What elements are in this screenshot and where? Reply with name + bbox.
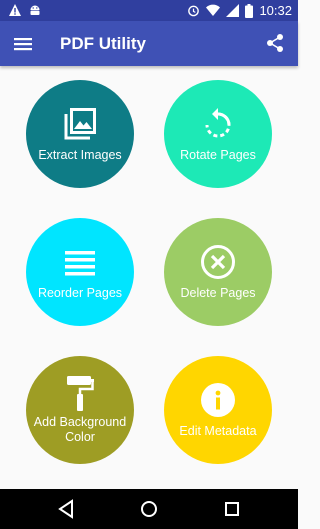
- extract-images-label: Extract Images: [38, 148, 122, 162]
- home-icon[interactable]: [138, 499, 160, 519]
- share-icon[interactable]: [264, 32, 286, 54]
- list-icon: [64, 250, 96, 281]
- signal-icon: [226, 4, 240, 17]
- edit-metadata-button[interactable]: Edit Metadata: [164, 356, 272, 464]
- reorder-pages-button[interactable]: Reorder Pages: [26, 218, 134, 326]
- paint-roller-icon: [65, 374, 95, 417]
- image-stack-icon: [62, 106, 98, 147]
- close-circle-icon: [200, 244, 236, 285]
- app-title: PDF Utility: [60, 34, 146, 53]
- add-background-color-label: Add Background Color: [33, 415, 127, 444]
- back-icon[interactable]: [56, 499, 78, 519]
- system-nav-bar: [0, 489, 298, 529]
- app-toolbar: PDF Utility: [0, 21, 298, 66]
- delete-pages-label: Delete Pages: [180, 286, 256, 300]
- rotate-icon: [201, 108, 235, 147]
- wifi-icon: [206, 4, 221, 17]
- warning-icon: [8, 3, 22, 17]
- status-bar: 10:32: [0, 0, 298, 21]
- android-icon: [28, 3, 42, 17]
- recents-icon[interactable]: [221, 499, 243, 519]
- rotate-pages-button[interactable]: Rotate Pages: [164, 80, 272, 188]
- reorder-pages-label: Reorder Pages: [37, 286, 123, 300]
- status-time: 10:32: [259, 3, 292, 18]
- battery-icon: [245, 3, 254, 18]
- alarm-icon: [187, 4, 200, 17]
- delete-pages-button[interactable]: Delete Pages: [164, 218, 272, 326]
- hamburger-menu-icon[interactable]: [12, 33, 34, 55]
- rotate-pages-label: Rotate Pages: [180, 148, 256, 162]
- extract-images-button[interactable]: Extract Images: [26, 80, 134, 188]
- edit-metadata-label: Edit Metadata: [179, 424, 257, 438]
- info-icon: [201, 383, 235, 422]
- add-background-color-button[interactable]: Add Background Color: [26, 356, 134, 464]
